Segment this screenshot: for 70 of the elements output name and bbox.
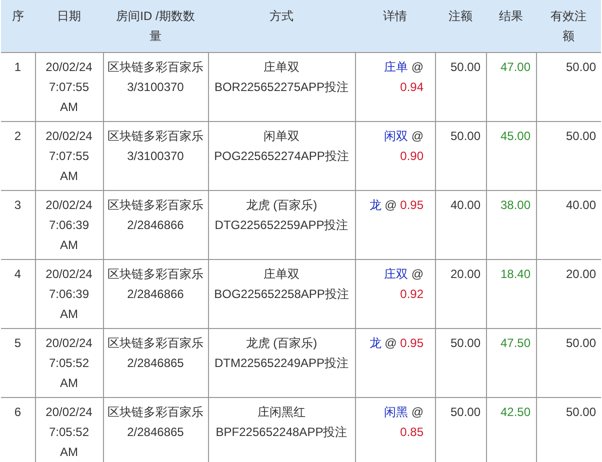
- result-cell: 18.40: [486, 260, 536, 328]
- result-cell: 38.00: [486, 190, 536, 260]
- bet-method: 龙虎 (百家乐): [244, 197, 318, 214]
- column-header: 结果: [486, 0, 536, 52]
- issue-number: 3/3100370: [126, 148, 185, 165]
- issue-number: 2/2846865: [126, 424, 185, 441]
- issue-number: 2/2846866: [126, 217, 185, 234]
- date-cell: 20/02/24 7:07:55 AM: [35, 122, 103, 190]
- bet-odds: 0.92: [400, 287, 424, 301]
- amount-cell: 40.00: [435, 190, 486, 260]
- at-sign: @: [411, 405, 424, 419]
- bet-pick: 闲双: [384, 129, 408, 143]
- column-header: 方式: [208, 0, 355, 52]
- bet-odds: 0.95: [400, 336, 424, 350]
- bet-reference: POG225652274APP投注: [214, 148, 350, 165]
- date-cell: 20/02/24 7:06:39 AM: [35, 190, 103, 260]
- room-name: 区块链多彩百家乐: [106, 266, 204, 283]
- bet-pick: 庄单: [384, 60, 408, 74]
- row-index-cell: 2: [1, 122, 35, 190]
- result-cell: 47.50: [486, 328, 536, 398]
- row-index-cell: 4: [1, 260, 35, 328]
- result-cell: 45.00: [486, 122, 536, 190]
- column-header: 有效注额: [536, 0, 601, 52]
- date-cell: 20/02/24 7:06:39 AM: [35, 260, 103, 328]
- bet-reference: BOR225652275APP投注: [214, 79, 350, 96]
- at-sign: @: [411, 129, 424, 143]
- amount-cell: 20.00: [435, 260, 486, 328]
- at-sign: @: [411, 60, 424, 74]
- issue-number: 2/2846866: [126, 286, 185, 303]
- issue-number: 2/2846865: [126, 355, 185, 372]
- bet-pick: 闲黑: [384, 405, 408, 419]
- row-index-cell: 5: [1, 328, 35, 398]
- bet-odds: 0.85: [400, 425, 424, 439]
- column-header: 房间ID /期数数量: [103, 0, 208, 52]
- at-sign: @: [384, 336, 397, 350]
- bet-method: 闲单双: [262, 128, 300, 145]
- bet-method: 庄闲黑红: [256, 404, 306, 421]
- bet-reference: DTG225652259APP投注: [214, 217, 350, 234]
- room-name: 区块链多彩百家乐: [106, 335, 204, 352]
- bet-pick: 龙: [369, 336, 382, 350]
- column-header: 详情: [355, 0, 435, 52]
- bet-method: 庄单双: [262, 59, 300, 76]
- bet-pick: 龙: [369, 198, 382, 212]
- bet-method: 龙虎 (百家乐): [244, 335, 318, 352]
- row-index-cell: 1: [1, 52, 35, 122]
- bet-reference: BPF225652248APP投注: [214, 424, 348, 441]
- row-index-cell: 3: [1, 190, 35, 260]
- amount-cell: 50.00: [435, 328, 486, 398]
- issue-number: 3/3100370: [126, 79, 185, 96]
- column-header: 日期: [35, 0, 103, 52]
- at-sign: @: [411, 267, 424, 281]
- column-header: 注额: [435, 0, 486, 52]
- amount-cell: 50.00: [435, 122, 486, 190]
- bet-odds: 0.94: [400, 80, 424, 94]
- bet-odds: 0.95: [400, 198, 424, 212]
- bet-method: 庄单双: [262, 266, 300, 283]
- result-cell: 47.00: [486, 52, 536, 122]
- room-name: 区块链多彩百家乐: [106, 197, 204, 214]
- at-sign: @: [384, 198, 397, 212]
- amount-cell: 50.00: [435, 52, 486, 122]
- bet-pick: 庄双: [384, 267, 408, 281]
- date-cell: 20/02/24 7:05:52 AM: [35, 328, 103, 398]
- room-name: 区块链多彩百家乐: [106, 404, 204, 421]
- bet-reference: DTM225652249APP投注: [214, 355, 350, 372]
- column-header: 序: [1, 0, 35, 52]
- room-name: 区块链多彩百家乐: [106, 59, 204, 76]
- date-cell: 20/02/24 7:07:55 AM: [35, 52, 103, 122]
- bet-reference: BOG225652258APP投注: [214, 286, 350, 303]
- bet-odds: 0.90: [400, 149, 424, 163]
- room-name: 区块链多彩百家乐: [106, 128, 204, 145]
